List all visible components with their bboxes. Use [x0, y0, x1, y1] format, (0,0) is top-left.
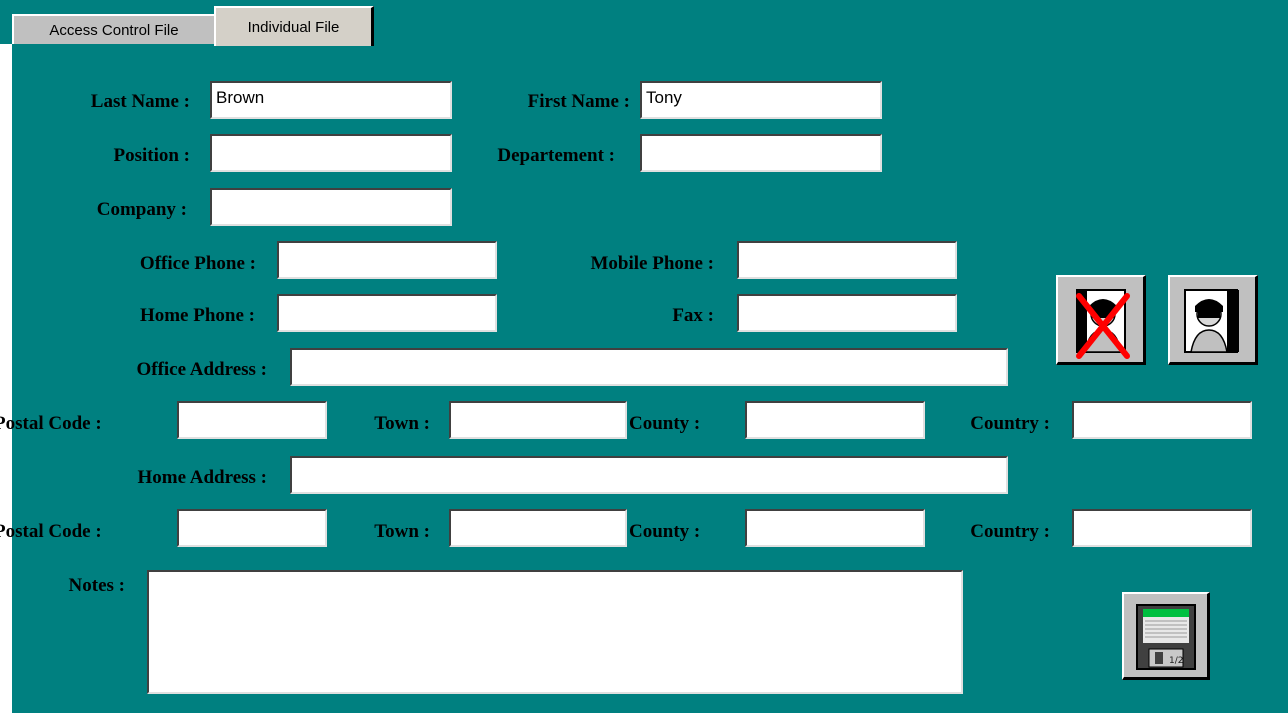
tab-label: Access Control File	[49, 21, 179, 39]
tab-strip: Access Control File Individual File	[0, 0, 1288, 46]
mobile-phone-label: Mobile Phone :	[590, 253, 715, 274]
delete-person-button[interactable]	[1056, 275, 1146, 365]
company-field[interactable]	[210, 188, 452, 226]
tab-label: Individual File	[247, 18, 340, 36]
first-name-label: First Name :	[527, 91, 630, 112]
tab-access-control-file[interactable]: Access Control File	[12, 14, 216, 44]
fax-field[interactable]	[737, 294, 957, 332]
home-address-label: Home Address :	[137, 467, 267, 488]
home-town-label: Town :	[374, 521, 430, 542]
office-address-label: Office Address :	[136, 359, 267, 380]
office-address-field[interactable]	[290, 348, 1008, 386]
home-country-field[interactable]	[1072, 509, 1252, 547]
mobile-phone-field[interactable]	[737, 241, 957, 279]
person-delete-icon	[1076, 289, 1130, 359]
office-county-field[interactable]	[745, 401, 925, 439]
office-postal-code-field[interactable]	[177, 401, 327, 439]
office-town-field[interactable]	[449, 401, 627, 439]
tab-individual-file[interactable]: Individual File	[214, 6, 374, 46]
fax-label: Fax :	[672, 305, 714, 326]
person-icon	[1184, 289, 1239, 353]
company-label: Company :	[96, 199, 187, 220]
notes-label: Notes :	[68, 575, 125, 596]
home-county-field[interactable]	[745, 509, 925, 547]
home-address-field[interactable]	[290, 456, 1008, 494]
office-postal-code-label: Postal Code :	[0, 413, 102, 434]
office-county-label: County :	[629, 413, 701, 434]
last-name-label: Last Name :	[90, 91, 190, 112]
office-phone-label: Office Phone :	[139, 253, 256, 274]
home-town-field[interactable]	[449, 509, 627, 547]
office-country-label: Country :	[970, 413, 1050, 434]
floppy-disk-icon: 1/2	[1136, 604, 1196, 670]
home-phone-label: Home Phone :	[139, 305, 255, 326]
department-field[interactable]	[640, 134, 882, 172]
office-phone-field[interactable]	[277, 241, 497, 279]
office-country-field[interactable]	[1072, 401, 1252, 439]
person-file-button[interactable]	[1168, 275, 1258, 365]
save-button[interactable]: 1/2	[1122, 592, 1210, 680]
position-field[interactable]	[210, 134, 452, 172]
notes-textarea[interactable]	[147, 570, 963, 694]
svg-text:1/2: 1/2	[1169, 656, 1183, 666]
first-name-field[interactable]: Tony	[640, 81, 882, 119]
position-label: Position :	[113, 145, 190, 166]
department-label: Departement :	[497, 145, 615, 166]
home-postal-code-label: Postal Code :	[0, 521, 102, 542]
home-county-label: County :	[629, 521, 701, 542]
office-town-label: Town :	[374, 413, 430, 434]
last-name-field[interactable]: Brown	[210, 81, 452, 119]
home-postal-code-field[interactable]	[177, 509, 327, 547]
home-country-label: Country :	[970, 521, 1050, 542]
home-phone-field[interactable]	[277, 294, 497, 332]
